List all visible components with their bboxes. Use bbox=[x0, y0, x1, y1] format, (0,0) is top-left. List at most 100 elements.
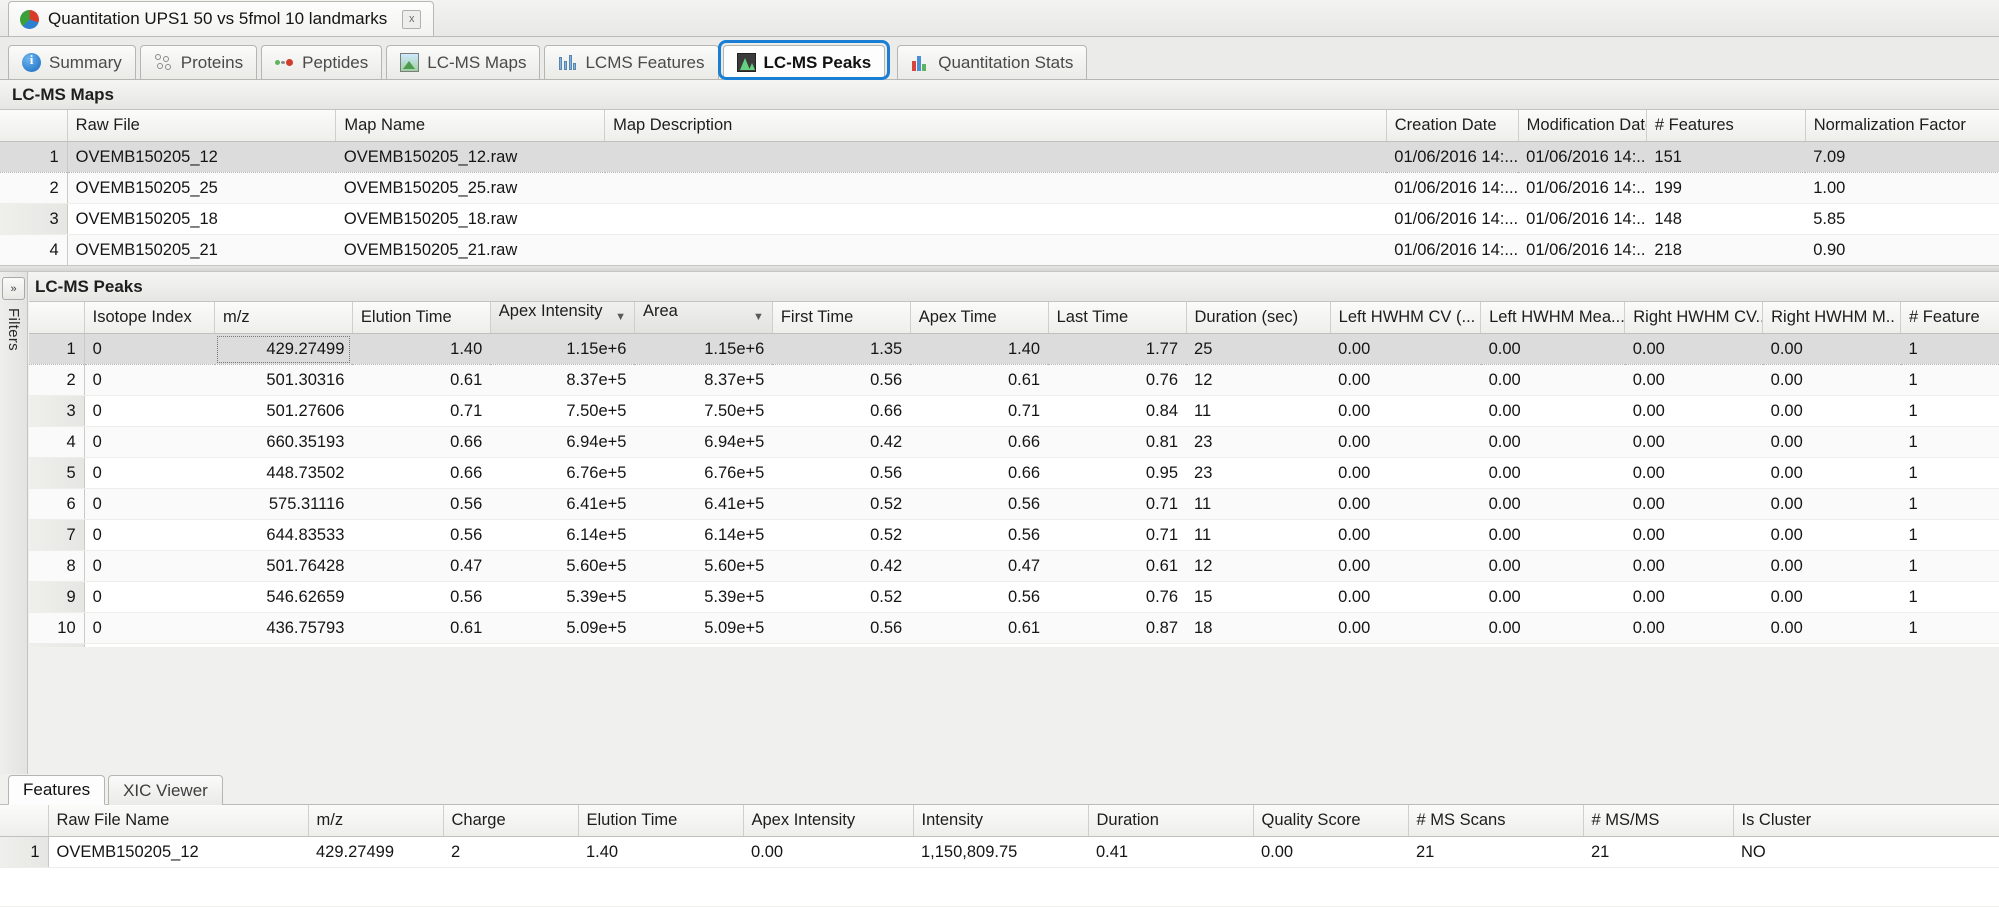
column-header-apex-time[interactable]: Apex Time bbox=[910, 302, 1049, 334]
column-header-quality-score[interactable]: Quality Score bbox=[1253, 805, 1409, 837]
cell-apex-time: 0.61 bbox=[910, 612, 1049, 644]
table-row[interactable]: 7 0 644.83533 0.56 6.14e+5 6.14e+5 0.52 0.56 0.7… bbox=[29, 519, 1999, 551]
column-header-charge[interactable]: Charge bbox=[443, 805, 579, 837]
column-header-elution-time[interactable]: Elution Time bbox=[578, 805, 744, 837]
cell-elution-time: 0.66 bbox=[352, 457, 491, 489]
cell-normalization-factor: 1.00 bbox=[1805, 172, 1999, 204]
tab-lc-ms-peaks[interactable]: LC-MS Peaks bbox=[722, 45, 886, 80]
column-header-duration[interactable]: Duration bbox=[1088, 805, 1254, 837]
close-icon[interactable]: x bbox=[402, 9, 422, 29]
features-table-container[interactable]: Raw File Name m/z Charge Elution Time Ap… bbox=[0, 805, 1999, 906]
column-header-left-hwhm-cv[interactable]: Left HWHM CV (... bbox=[1330, 302, 1482, 334]
table-row[interactable]: 9 0 546.62659 0.56 5.39e+5 5.39e+5 0.52 0.56 0.7… bbox=[29, 581, 1999, 613]
table-row[interactable]: 110411.580260.714.85e+54.85e+50.660.710.… bbox=[29, 643, 1999, 647]
window-tab-quantitation[interactable]: Quantitation UPS1 50 vs 5fmol 10 landmar… bbox=[8, 1, 435, 36]
column-header-raw-file-name[interactable]: Raw File Name bbox=[48, 805, 309, 837]
cell-apex-intensity: 6.94e+5 bbox=[490, 426, 635, 458]
cell-normalization-factor: 5.85 bbox=[1805, 203, 1999, 235]
cell-apex-time: 0.66 bbox=[910, 426, 1049, 458]
column-header-modification-date[interactable]: Modification Date bbox=[1518, 110, 1647, 142]
cell-right-hwhm-cv: 0.00 bbox=[1624, 643, 1763, 647]
row-index: 1 bbox=[0, 836, 49, 868]
column-header-map-name[interactable]: Map Name bbox=[335, 110, 606, 142]
table-row[interactable]: 3 0 501.27606 0.71 7.50e+5 7.50e+5 0.66 0.71 0.8… bbox=[29, 395, 1999, 427]
column-header-last-time[interactable]: Last Time bbox=[1048, 302, 1187, 334]
column-header-intensity[interactable]: Intensity bbox=[913, 805, 1089, 837]
cell-left-hwhm-cv: 0.00 bbox=[1330, 457, 1481, 489]
tab-features[interactable]: Features bbox=[8, 775, 106, 805]
tab-lcms-features[interactable]: LCMS Features bbox=[544, 45, 719, 80]
column-header-is-cluster[interactable]: Is Cluster bbox=[1733, 805, 1999, 837]
cell-num-feature: 1 bbox=[1900, 612, 1999, 644]
column-header-right-hwhm-mean[interactable]: Right HWHM M.. bbox=[1762, 302, 1902, 334]
cell-elution-time: 0.47 bbox=[352, 550, 491, 582]
column-header-index[interactable] bbox=[0, 110, 68, 142]
window-tab-strip: Quantitation UPS1 50 vs 5fmol 10 landmar… bbox=[0, 0, 1999, 37]
table-row[interactable]: 4 OVEMB150205_21 OVEMB150205_21.raw 01/0… bbox=[0, 234, 1999, 265]
column-header-map-description[interactable]: Map Description bbox=[604, 110, 1387, 142]
table-row[interactable]: 8 0 501.76428 0.47 5.60e+5 5.60e+5 0.42 0.47 0.6… bbox=[29, 550, 1999, 582]
cell-apex-intensity: 8.37e+5 bbox=[490, 364, 635, 396]
column-header-mz[interactable]: m/z bbox=[308, 805, 444, 837]
cell-left-hwhm-cv: 0.00 bbox=[1330, 333, 1481, 365]
filters-label[interactable]: Filters bbox=[5, 308, 22, 351]
cell-left-hwhm-cv: 0.00 bbox=[1330, 488, 1481, 520]
table-row[interactable]: 1 OVEMB150205_12 OVEMB150205_12.raw 01/0… bbox=[0, 141, 1999, 173]
column-header-num-ms-scans[interactable]: # MS Scans bbox=[1408, 805, 1584, 837]
column-header-index[interactable] bbox=[29, 302, 85, 334]
cell-right-hwhm-mean: 0.00 bbox=[1762, 364, 1901, 396]
column-header-mz[interactable]: m/z bbox=[214, 302, 353, 334]
tab-lc-ms-maps[interactable]: LC-MS Maps bbox=[386, 45, 541, 80]
cell-mz: 660.35193 bbox=[214, 426, 353, 458]
column-header-index[interactable] bbox=[0, 805, 49, 837]
cell-apex-intensity: 5.09e+5 bbox=[490, 612, 635, 644]
column-header-duration-sec[interactable]: Duration (sec) bbox=[1186, 302, 1331, 334]
column-header-apex-intensity[interactable]: ▼ Apex Intensity bbox=[490, 302, 635, 334]
cell-duration-sec: 23 bbox=[1186, 426, 1331, 458]
cell-area: 5.09e+5 bbox=[634, 612, 773, 644]
column-header-elution-time[interactable]: Elution Time bbox=[352, 302, 491, 334]
cell-is-cluster: NO bbox=[1733, 836, 1999, 868]
cell-map-description bbox=[604, 172, 1387, 204]
column-header-right-hwhm-cv[interactable]: Right HWHM CV.. bbox=[1624, 302, 1764, 334]
horizontal-splitter[interactable] bbox=[0, 265, 1999, 272]
table-row[interactable]: 2 0 501.30316 0.61 8.37e+5 8.37e+5 0.56 0.61 0.7… bbox=[29, 364, 1999, 396]
tab-xic-viewer[interactable]: XIC Viewer bbox=[108, 775, 223, 805]
table-row[interactable]: 3 OVEMB150205_18 OVEMB150205_18.raw 01/0… bbox=[0, 203, 1999, 235]
row-index: 5 bbox=[29, 457, 85, 489]
chevron-double-right-icon[interactable]: » bbox=[2, 277, 25, 300]
cell-creation-date: 01/06/2016 14:... bbox=[1386, 203, 1519, 235]
tab-summary[interactable]: Summary bbox=[8, 45, 136, 80]
table-row[interactable]: 1 0 429.27499 1.40 1.15e+6 1.15e+6 1.35 1.40 1.7… bbox=[29, 333, 1999, 365]
cell-isotope-index: 0 bbox=[84, 612, 215, 644]
table-row[interactable]: 4 0 660.35193 0.66 6.94e+5 6.94e+5 0.42 0.66 0.8… bbox=[29, 426, 1999, 458]
column-header-apex-intensity[interactable]: Apex Intensity bbox=[743, 805, 914, 837]
lc-ms-maps-table-container[interactable]: Raw File Map Name Map Description Creati… bbox=[0, 110, 1999, 265]
column-header-num-feature[interactable]: # Feature bbox=[1900, 302, 1999, 334]
cell-area: 6.41e+5 bbox=[634, 488, 773, 520]
column-header-raw-file[interactable]: Raw File bbox=[67, 110, 337, 142]
tab-proteins[interactable]: Proteins bbox=[139, 45, 258, 80]
table-row[interactable]: 6 0 575.31116 0.56 6.41e+5 6.41e+5 0.52 0.56 0.7… bbox=[29, 488, 1999, 520]
cell-area: 6.14e+5 bbox=[634, 519, 773, 551]
column-header-num-features[interactable]: # Features bbox=[1646, 110, 1806, 142]
table-row[interactable]: 5 0 448.73502 0.66 6.76e+5 6.76e+5 0.56 0.66 0.9… bbox=[29, 457, 1999, 489]
table-row[interactable]: 10 0 436.75793 0.61 5.09e+5 5.09e+5 0.56 0.61 0.… bbox=[29, 612, 1999, 644]
cell-apex-intensity: 6.14e+5 bbox=[490, 519, 635, 551]
column-header-area[interactable]: ▼ Area bbox=[634, 302, 773, 334]
lc-ms-peaks-body: 1 0 429.27499 1.40 1.15e+6 1.15e+6 1.35 1.40 1.7… bbox=[29, 333, 1999, 647]
table-row[interactable]: 1 OVEMB150205_12 429.27499 2 1.40 0.00 1… bbox=[0, 836, 1999, 868]
column-header-isotope-index[interactable]: Isotope Index bbox=[84, 302, 216, 334]
cell-mz: 546.62659 bbox=[214, 581, 353, 613]
column-header-num-ms-ms[interactable]: # MS/MS bbox=[1583, 805, 1734, 837]
column-header-first-time[interactable]: First Time bbox=[772, 302, 911, 334]
lc-ms-peaks-table-container[interactable]: Isotope Index m/z Elution Time ▼ Apex In… bbox=[29, 302, 1999, 647]
column-header-creation-date[interactable]: Creation Date bbox=[1386, 110, 1519, 142]
table-row[interactable]: 2 OVEMB150205_25 OVEMB150205_25.raw 01/0… bbox=[0, 172, 1999, 204]
tab-label: LCMS Features bbox=[585, 52, 705, 72]
tab-peptides[interactable]: Peptides bbox=[261, 45, 383, 80]
column-header-left-hwhm-mean[interactable]: Left HWHM Mea... bbox=[1480, 302, 1626, 334]
tab-quantitation-stats[interactable]: Quantitation Stats bbox=[897, 45, 1088, 80]
column-header-normalization-factor[interactable]: Normalization Factor bbox=[1805, 110, 1999, 142]
cell-modification-date: 01/06/2016 14:... bbox=[1518, 141, 1647, 173]
